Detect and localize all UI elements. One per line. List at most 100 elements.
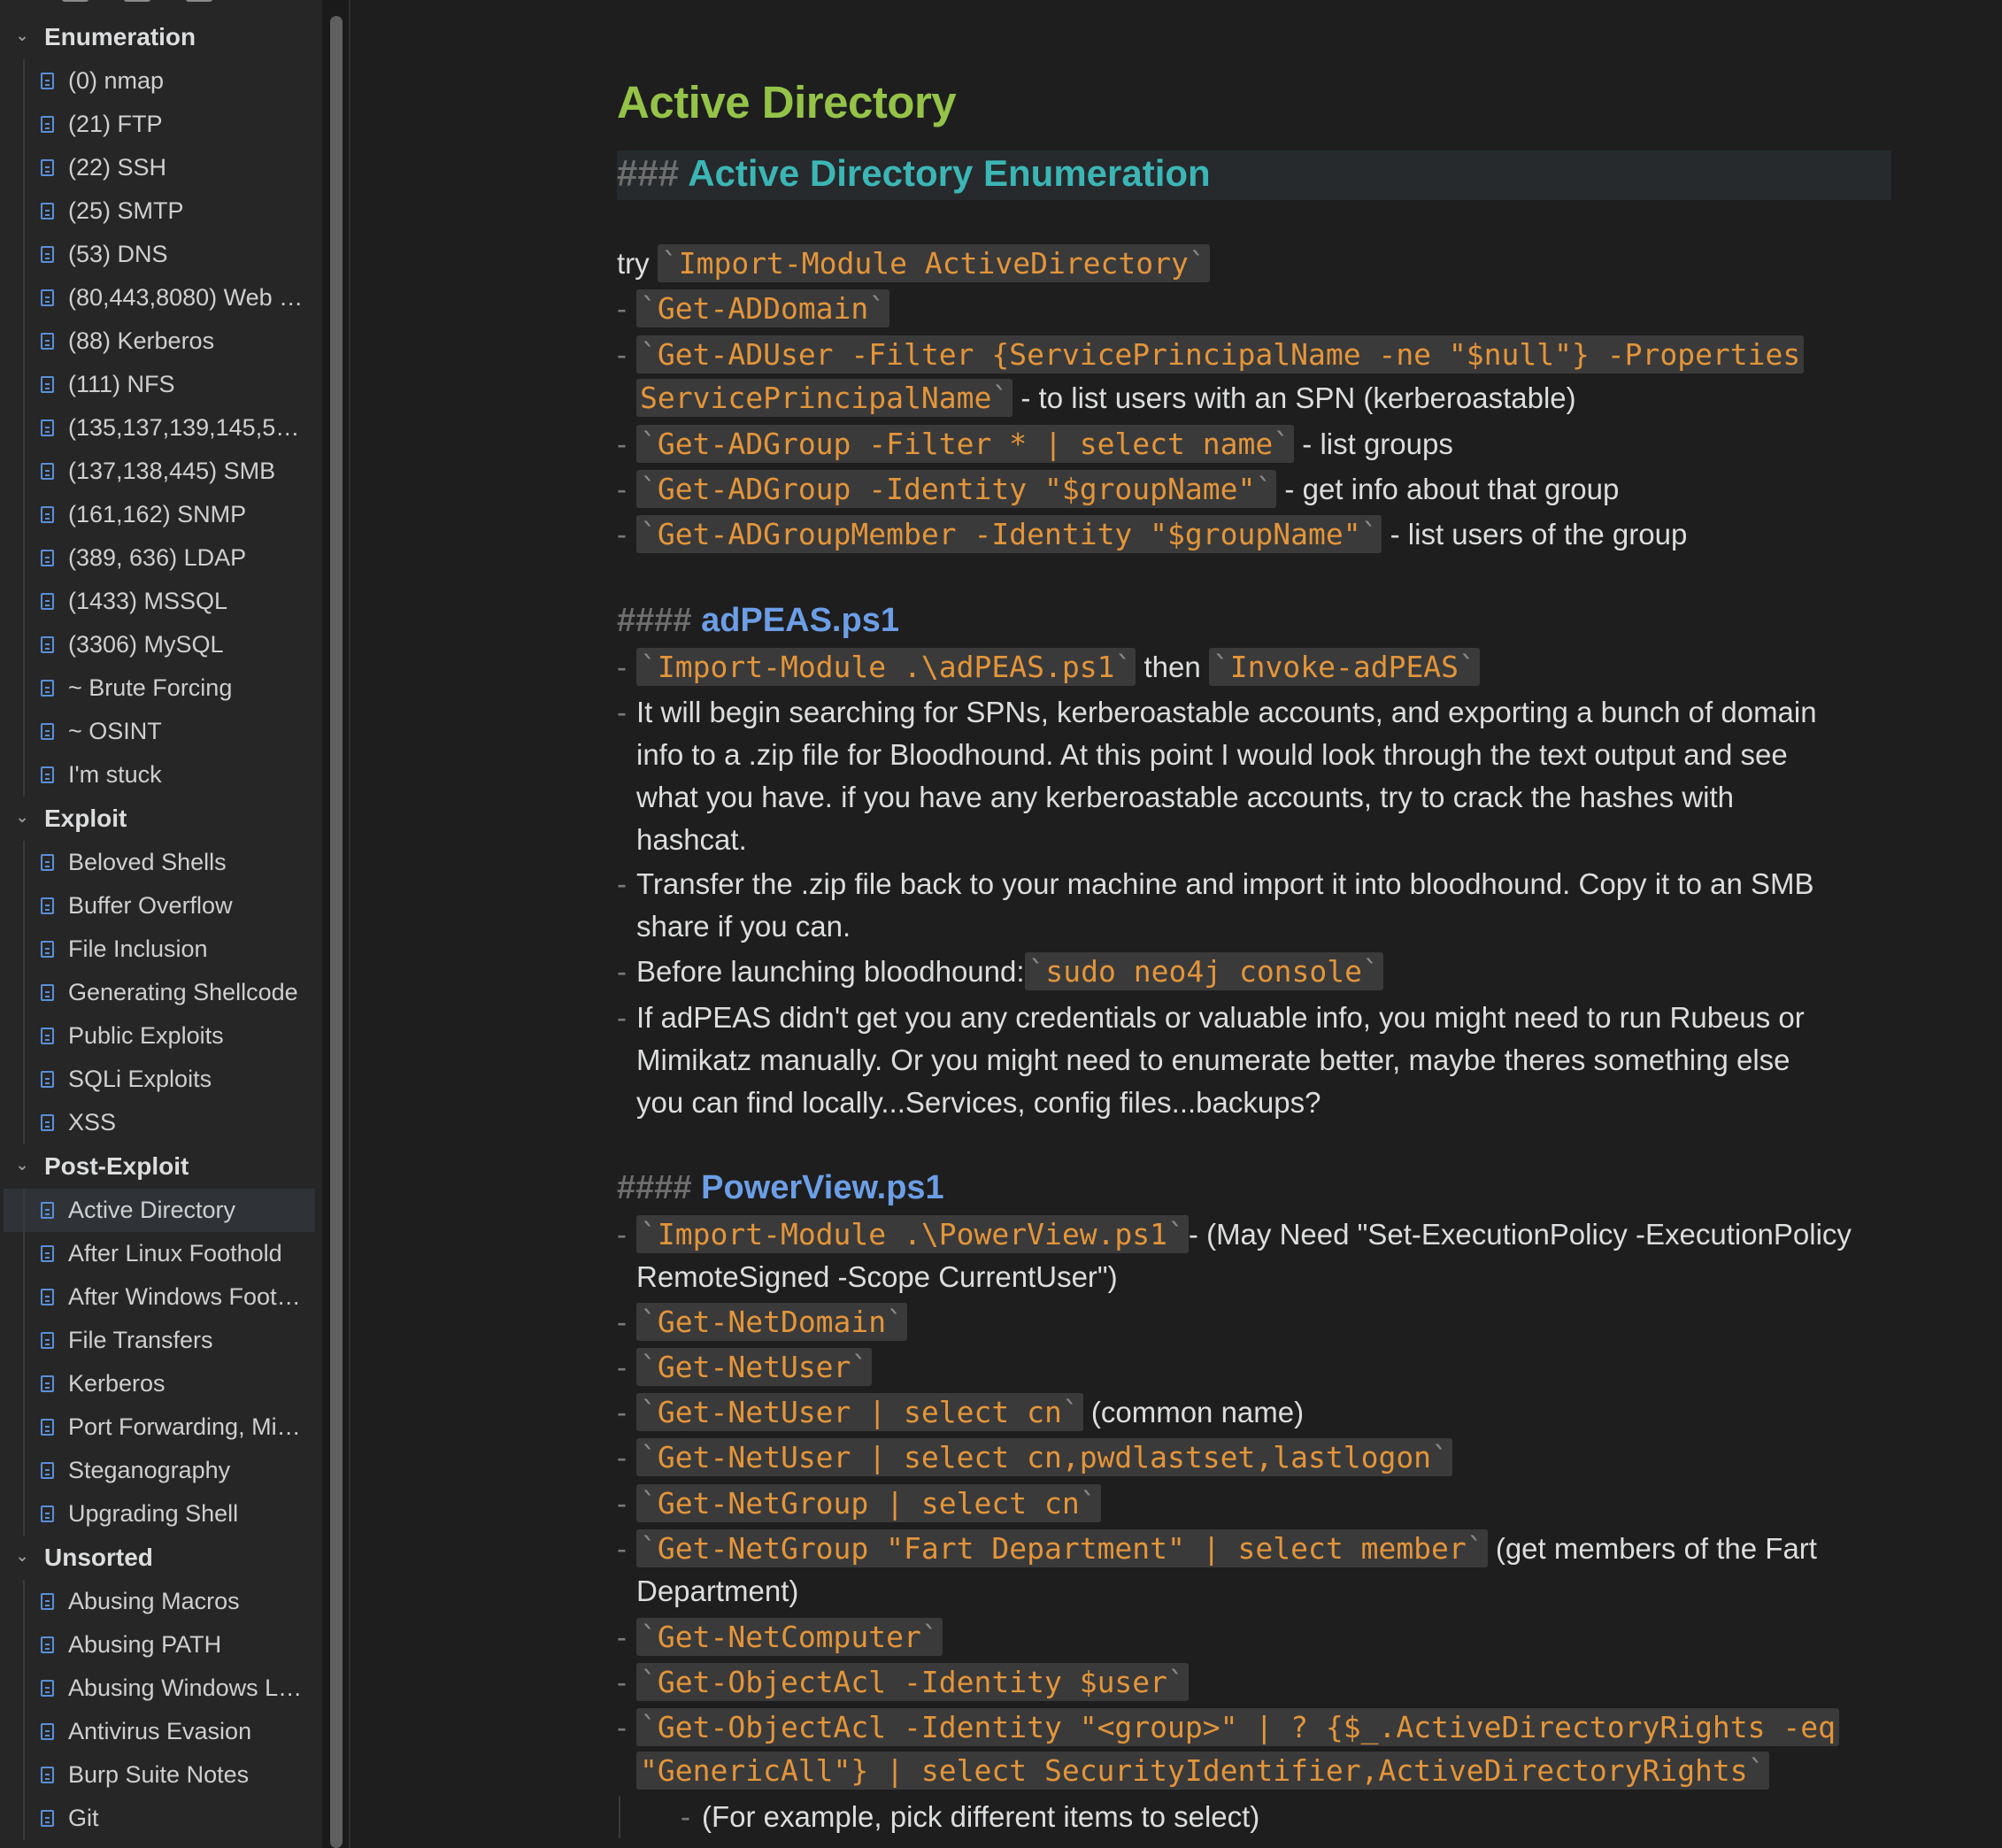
list-bullet: -	[617, 1351, 627, 1383]
list-bullet: -	[617, 867, 627, 900]
folder-toggle[interactable]: ⌄ Exploit	[0, 797, 322, 841]
file-item[interactable]: (0) nmap	[0, 59, 319, 103]
file-item[interactable]: ~ OSINT	[0, 710, 319, 753]
folder-toggle[interactable]: ⌄ Enumeration	[0, 15, 322, 59]
list-item: - `Import-Module .\adPEAS.ps1` then `Invo…	[617, 646, 1480, 689]
text: share if you can.	[636, 910, 851, 943]
note-title: Active Directory	[617, 77, 957, 127]
text: what you have. if you have any kerberoas…	[636, 781, 1735, 813]
file-item[interactable]: Steganography	[0, 1449, 319, 1492]
list-item: - `Get-NetDomain`	[617, 1301, 908, 1344]
file-item[interactable]: XSS	[0, 1101, 319, 1144]
file-label: (1433) MSSQL	[68, 588, 228, 614]
file-item[interactable]: I'm stuck	[0, 753, 319, 797]
file-item[interactable]: Generating Shellcode	[0, 971, 319, 1014]
list-item-continuation: hashcat.	[617, 819, 747, 861]
file-text-icon	[41, 550, 54, 566]
file-item[interactable]: (88) Kerberos	[0, 320, 319, 363]
file-text-icon	[41, 1375, 54, 1392]
file-item[interactable]: After Linux Foothold	[0, 1232, 319, 1275]
file-label: File Transfers	[68, 1327, 213, 1353]
file-item[interactable]: File Transfers	[0, 1319, 319, 1362]
text: hashcat.	[636, 823, 747, 856]
file-label: Port Forwarding, Mi…	[68, 1413, 301, 1440]
toolbar-icon[interactable]	[124, 0, 150, 2]
list-bullet: -	[617, 1305, 627, 1338]
file-item[interactable]: Upgrading Shell	[0, 1492, 319, 1536]
indent-guide	[619, 1796, 620, 1838]
file-label: Antivirus Evasion	[68, 1718, 252, 1744]
toolbar-icon[interactable]	[62, 0, 89, 2]
file-item[interactable]: (161,162) SNMP	[0, 493, 319, 536]
inline-code: `Get-NetComputer`	[636, 1618, 943, 1656]
file-text-icon	[41, 1767, 54, 1783]
file-item[interactable]: Kerberos	[0, 1362, 319, 1405]
heading-marker: ####	[617, 602, 692, 639]
list-item: - `Get-NetUser | select cn` (common name)	[617, 1391, 1304, 1434]
file-label: (137,138,445) SMB	[68, 458, 276, 484]
file-text-icon	[41, 420, 54, 436]
file-item[interactable]: Antivirus Evasion	[0, 1710, 319, 1753]
file-item[interactable]: (111) NFS	[0, 363, 319, 406]
file-item[interactable]: (22) SSH	[0, 146, 319, 189]
heading-text: PowerView.ps1	[701, 1169, 944, 1206]
file-item[interactable]: ~ Brute Forcing	[0, 666, 319, 710]
file-item[interactable]: Active Directory	[4, 1189, 315, 1232]
inline-code: `Get-NetUser | select cn,pwdlastset,last…	[636, 1438, 1452, 1476]
file-item[interactable]: (135,137,139,145,5…	[0, 406, 319, 450]
file-item[interactable]: (3306) MySQL	[0, 623, 319, 666]
file-text-icon	[41, 723, 54, 740]
file-text-icon	[41, 1202, 54, 1219]
explorer-toolbar	[62, 0, 248, 4]
file-item[interactable]: Burp Suite Notes	[0, 1753, 319, 1797]
text: Department)	[636, 1575, 799, 1607]
list-item-continuation: Department)	[617, 1570, 798, 1613]
list-item: - Transfer the .zip file back to your mac…	[617, 863, 1813, 905]
file-item[interactable]: (1433) MSSQL	[0, 580, 319, 623]
toolbar-icon[interactable]	[186, 0, 212, 2]
file-text-icon	[41, 506, 54, 523]
file-text-icon	[41, 1419, 54, 1436]
list-bullet: -	[617, 955, 627, 988]
file-item[interactable]: (53) DNS	[0, 233, 319, 276]
folder-enumeration: ⌄ Enumeration (0) nmap (21) FTP (22) SSH (25)…	[0, 15, 322, 797]
file-item[interactable]: Git	[0, 1797, 319, 1840]
file-text-icon	[41, 246, 54, 263]
list-item: - `Get-ADGroup -Identity "$groupName"` - …	[617, 468, 1619, 511]
file-text-icon	[41, 1462, 54, 1479]
list-item: - `Get-NetUser | select cn,pwdlastset,las…	[617, 1436, 1452, 1479]
file-label: XSS	[68, 1109, 117, 1136]
folder-post-exploit: ⌄ Post-Exploit Active Directory After Linux…	[0, 1144, 322, 1536]
file-text-icon	[41, 1505, 54, 1522]
file-item[interactable]: (80,443,8080) Web …	[0, 276, 319, 320]
list-item: try `Import-Module ActiveDirectory`	[617, 243, 1210, 285]
file-item[interactable]: Abusing Macros	[0, 1580, 319, 1623]
file-item[interactable]: Abusing Windows L…	[0, 1667, 319, 1710]
list-bullet: -	[617, 1666, 627, 1698]
file-item[interactable]: (25) SMTP	[0, 189, 319, 233]
file-item[interactable]: File Inclusion	[0, 928, 319, 971]
file-text-icon	[41, 333, 54, 350]
file-item[interactable]: (389, 636) LDAP	[0, 536, 319, 580]
file-item[interactable]: Abusing PATH	[0, 1623, 319, 1667]
sidebar-scrollbar-thumb[interactable]	[330, 16, 343, 1848]
file-item[interactable]: (21) FTP	[0, 103, 319, 146]
folder-toggle[interactable]: ⌄ Unsorted	[0, 1536, 322, 1580]
file-text-icon	[41, 1114, 54, 1131]
file-item[interactable]: After Windows Foot…	[0, 1275, 319, 1319]
list-item: - `Get-NetGroup "Fart Department" | selec…	[617, 1528, 1817, 1570]
file-label: (111) NFS	[68, 371, 175, 397]
file-item[interactable]: Port Forwarding, Mi…	[0, 1405, 319, 1449]
file-item[interactable]: Public Exploits	[0, 1014, 319, 1058]
inline-code: `Import-Module .\PowerView.ps1`	[636, 1215, 1189, 1253]
file-item[interactable]: (137,138,445) SMB	[0, 450, 319, 493]
editor-pane[interactable]: Active Directory ### Active Directory En…	[350, 0, 2002, 1848]
folder-toggle[interactable]: ⌄ Post-Exploit	[0, 1144, 322, 1189]
file-item[interactable]: Buffer Overflow	[0, 884, 319, 928]
text: you can find locally...Services, config …	[636, 1086, 1321, 1119]
file-item[interactable]: SQLi Exploits	[0, 1058, 319, 1101]
file-item[interactable]: Beloved Shells	[0, 841, 319, 884]
file-text-icon	[41, 1289, 54, 1305]
text: (For example, pick different items to se…	[702, 1800, 1260, 1833]
text: (get members of the Fart	[1487, 1532, 1817, 1565]
